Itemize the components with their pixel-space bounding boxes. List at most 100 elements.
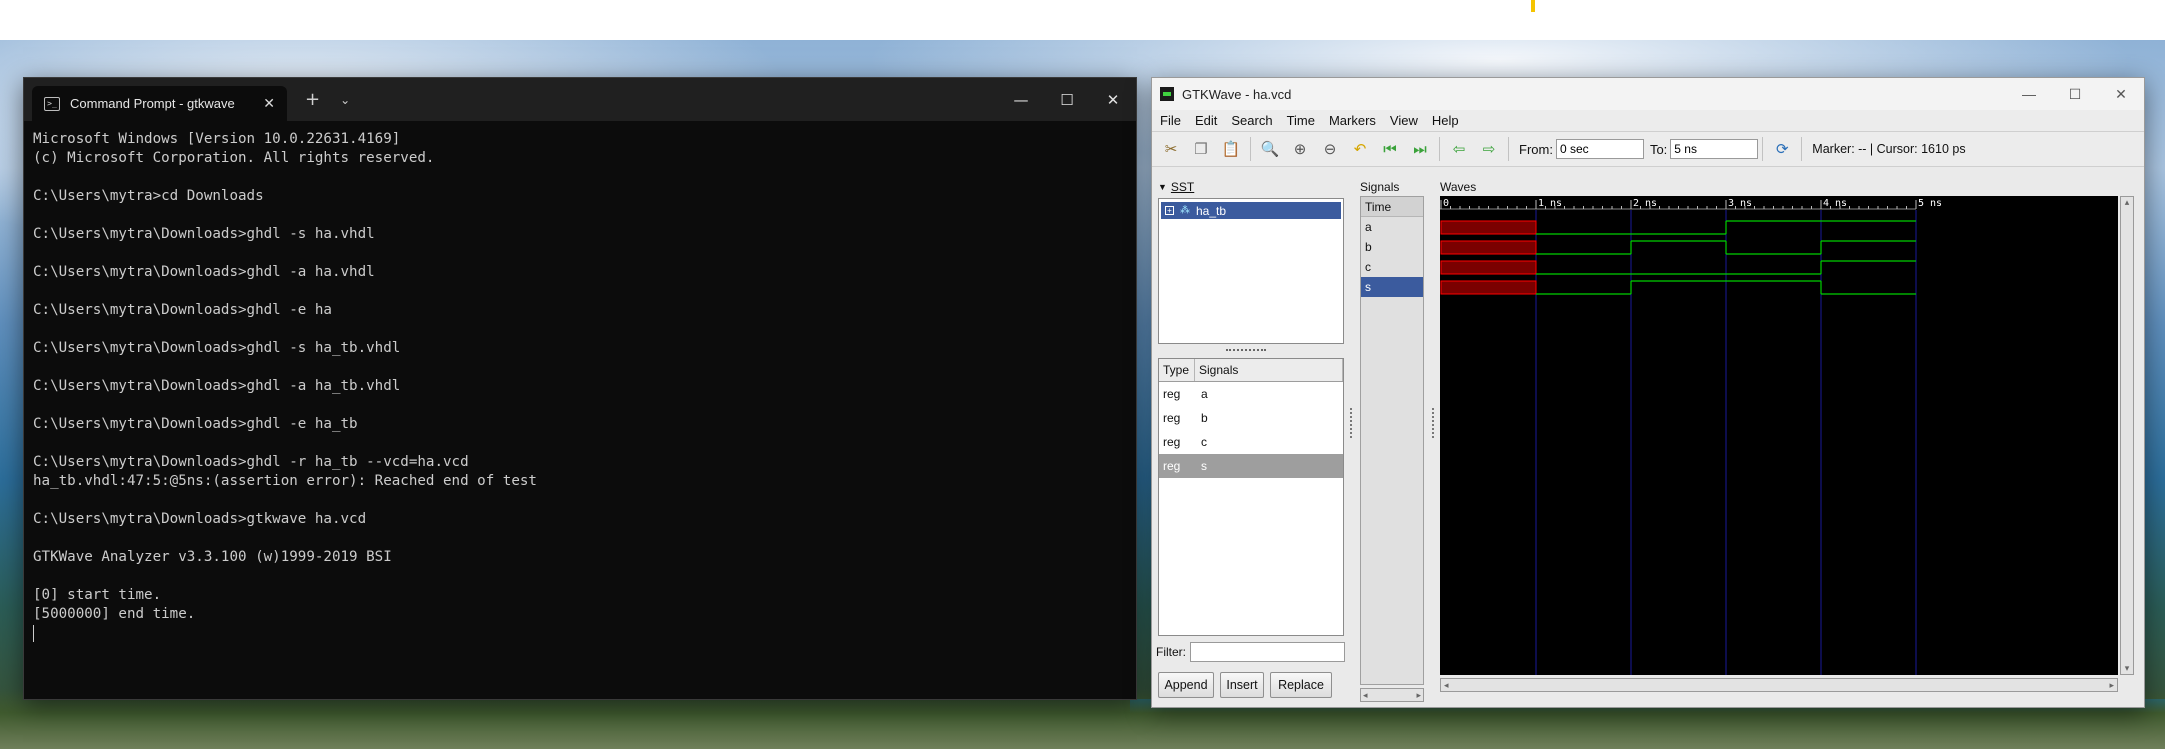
zoom-in-icon[interactable]: ⊕ (1285, 135, 1315, 163)
time-ruler-label: 0 (1443, 198, 1449, 209)
row-type: reg (1163, 387, 1181, 401)
column-header-type[interactable]: Type (1159, 359, 1195, 381)
command-prompt-window: >_ Command Prompt - gtkwave ✕ + ⌄ — ☐ ✕ … (23, 77, 1137, 700)
copy-icon[interactable]: ❐ (1186, 135, 1216, 163)
signal-type-table: Type Signals reg a reg b reg c reg s (1158, 358, 1344, 636)
menu-file[interactable]: File (1160, 113, 1181, 128)
scroll-up-icon[interactable]: ▴ (2121, 197, 2133, 208)
pane-resize-handle[interactable] (1226, 349, 1266, 353)
scroll-right-icon[interactable]: ▸ (2109, 680, 2114, 691)
reload-icon[interactable]: ⟳ (1767, 135, 1797, 163)
scroll-right-icon[interactable]: ▸ (1416, 690, 1421, 701)
paste-icon[interactable]: 📋 (1216, 135, 1246, 163)
row-signal: c (1201, 435, 1207, 449)
expand-icon[interactable]: + (1165, 206, 1174, 215)
terminal-line: C:\Users\mytra\Downloads>ghdl -a ha.vhdl (33, 264, 375, 280)
find-previous-edge-icon[interactable]: ⇦ (1444, 135, 1474, 163)
row-type: reg (1163, 459, 1181, 473)
table-row[interactable]: reg b (1159, 406, 1343, 430)
time-ruler-label: 5 ns (1918, 198, 1942, 209)
wave-undefined-segment (1440, 260, 1537, 275)
time-ruler-label: 2 ns (1633, 198, 1657, 209)
chevron-down-icon[interactable]: ⌄ (340, 93, 350, 107)
append-button[interactable]: Append (1158, 672, 1214, 698)
waves-panel-label: Waves (1440, 180, 1477, 194)
pane-resize-handle[interactable] (1350, 408, 1356, 438)
terminal-tab-title: Command Prompt - gtkwave (70, 96, 235, 111)
terminal-line: C:\Users\mytra\Downloads>ghdl -s ha_tb.v… (33, 340, 401, 356)
gtkwave-title: GTKWave - ha.vcd (1182, 86, 1292, 102)
toolbar-divider (1250, 137, 1251, 161)
row-signal: a (1201, 387, 1208, 401)
zoom-to-end-icon[interactable]: ⏭ (1405, 135, 1435, 163)
menu-markers[interactable]: Markers (1329, 113, 1376, 128)
time-ruler-label: 4 ns (1823, 198, 1847, 209)
insert-button[interactable]: Insert (1220, 672, 1264, 698)
time-ruler-label: 1 ns (1538, 198, 1562, 209)
minimize-button[interactable]: — (998, 78, 1044, 121)
signal-name-s[interactable]: s (1361, 277, 1423, 297)
table-row[interactable]: reg c (1159, 430, 1343, 454)
signals-horizontal-scrollbar[interactable]: ◂ ▸ (1360, 688, 1424, 702)
gtkwave-titlebar: GTKWave - ha.vcd — ☐ ✕ (1152, 78, 2144, 110)
waves-horizontal-scrollbar[interactable]: ◂ ▸ (1440, 678, 2118, 692)
column-header-signals[interactable]: Signals (1195, 359, 1343, 381)
to-time-input[interactable] (1670, 139, 1759, 159)
cut-icon[interactable]: ✂ (1156, 135, 1186, 163)
maximize-button[interactable]: ☐ (1044, 78, 1090, 121)
waves-vertical-scrollbar[interactable]: ▴ ▾ (2120, 196, 2134, 675)
zoom-out-icon[interactable]: ⊖ (1315, 135, 1345, 163)
signal-name-b[interactable]: b (1361, 237, 1423, 257)
minimize-button[interactable]: — (2006, 78, 2052, 110)
menu-view[interactable]: View (1390, 113, 1418, 128)
new-tab-button[interactable]: + (305, 89, 320, 110)
scroll-left-icon[interactable]: ◂ (1363, 690, 1368, 701)
waves-panel: Waves 0 1 ns 2 ns 3 ns 4 ns 5 ns ▴ ▾ ◂ ▸ (1438, 178, 2142, 705)
close-tab-icon[interactable]: ✕ (263, 96, 275, 112)
terminal-line: C:\Users\mytra\Downloads>ghdl -e ha (33, 302, 332, 318)
sst-header[interactable]: ▼ SST (1156, 178, 1346, 196)
menu-edit[interactable]: Edit (1195, 113, 1217, 128)
terminal-icon: >_ (44, 96, 60, 111)
table-row[interactable]: reg s (1159, 454, 1343, 478)
signal-name-c[interactable]: c (1361, 257, 1423, 277)
maximize-button[interactable]: ☐ (2052, 78, 2098, 110)
toolbar-divider (1801, 137, 1803, 161)
find-next-edge-icon[interactable]: ⇨ (1474, 135, 1504, 163)
row-type: reg (1163, 411, 1181, 425)
row-type: reg (1163, 435, 1181, 449)
text-cursor (33, 624, 34, 642)
waveform-viewer[interactable]: 0 1 ns 2 ns 3 ns 4 ns 5 ns (1440, 196, 2118, 675)
signals-panel-label: Signals (1360, 180, 1400, 194)
sst-panel: ▼ SST + ⁂ ha_tb Type Signals reg a reg b (1156, 178, 1346, 705)
zoom-to-start-icon[interactable]: ⏮ (1375, 135, 1405, 163)
table-row[interactable]: reg a (1159, 382, 1343, 406)
terminal-tab[interactable]: >_ Command Prompt - gtkwave ✕ (32, 86, 287, 121)
terminal-titlebar: >_ Command Prompt - gtkwave ✕ + ⌄ — ☐ ✕ (24, 78, 1136, 121)
replace-button[interactable]: Replace (1270, 672, 1332, 698)
menu-time[interactable]: Time (1287, 113, 1315, 128)
scroll-left-icon[interactable]: ◂ (1444, 680, 1449, 691)
sst-tree-item[interactable]: + ⁂ ha_tb (1161, 202, 1341, 219)
marker-cursor-readout: Marker: -- | Cursor: 1610 ps (1812, 142, 1966, 156)
signal-name-a[interactable]: a (1361, 217, 1423, 237)
menu-help[interactable]: Help (1432, 113, 1459, 128)
filter-input[interactable] (1190, 642, 1345, 662)
terminal-line: Microsoft Windows [Version 10.0.22631.41… (33, 131, 401, 147)
close-window-button[interactable]: ✕ (1090, 78, 1136, 121)
close-window-button[interactable]: ✕ (2098, 78, 2144, 110)
zoom-fit-icon[interactable]: 🔍 (1255, 135, 1285, 163)
toolbar-divider (1762, 137, 1764, 161)
from-time-input[interactable] (1555, 139, 1644, 159)
waveform-canvas[interactable]: 0 1 ns 2 ns 3 ns 4 ns 5 ns (1440, 196, 2118, 675)
table-header: Type Signals (1159, 359, 1343, 382)
terminal-output[interactable]: Microsoft Windows [Version 10.0.22631.41… (24, 121, 1136, 652)
menu-search[interactable]: Search (1231, 113, 1272, 128)
scroll-down-icon[interactable]: ▾ (2121, 663, 2133, 674)
undo-zoom-icon[interactable]: ↶ (1345, 135, 1375, 163)
